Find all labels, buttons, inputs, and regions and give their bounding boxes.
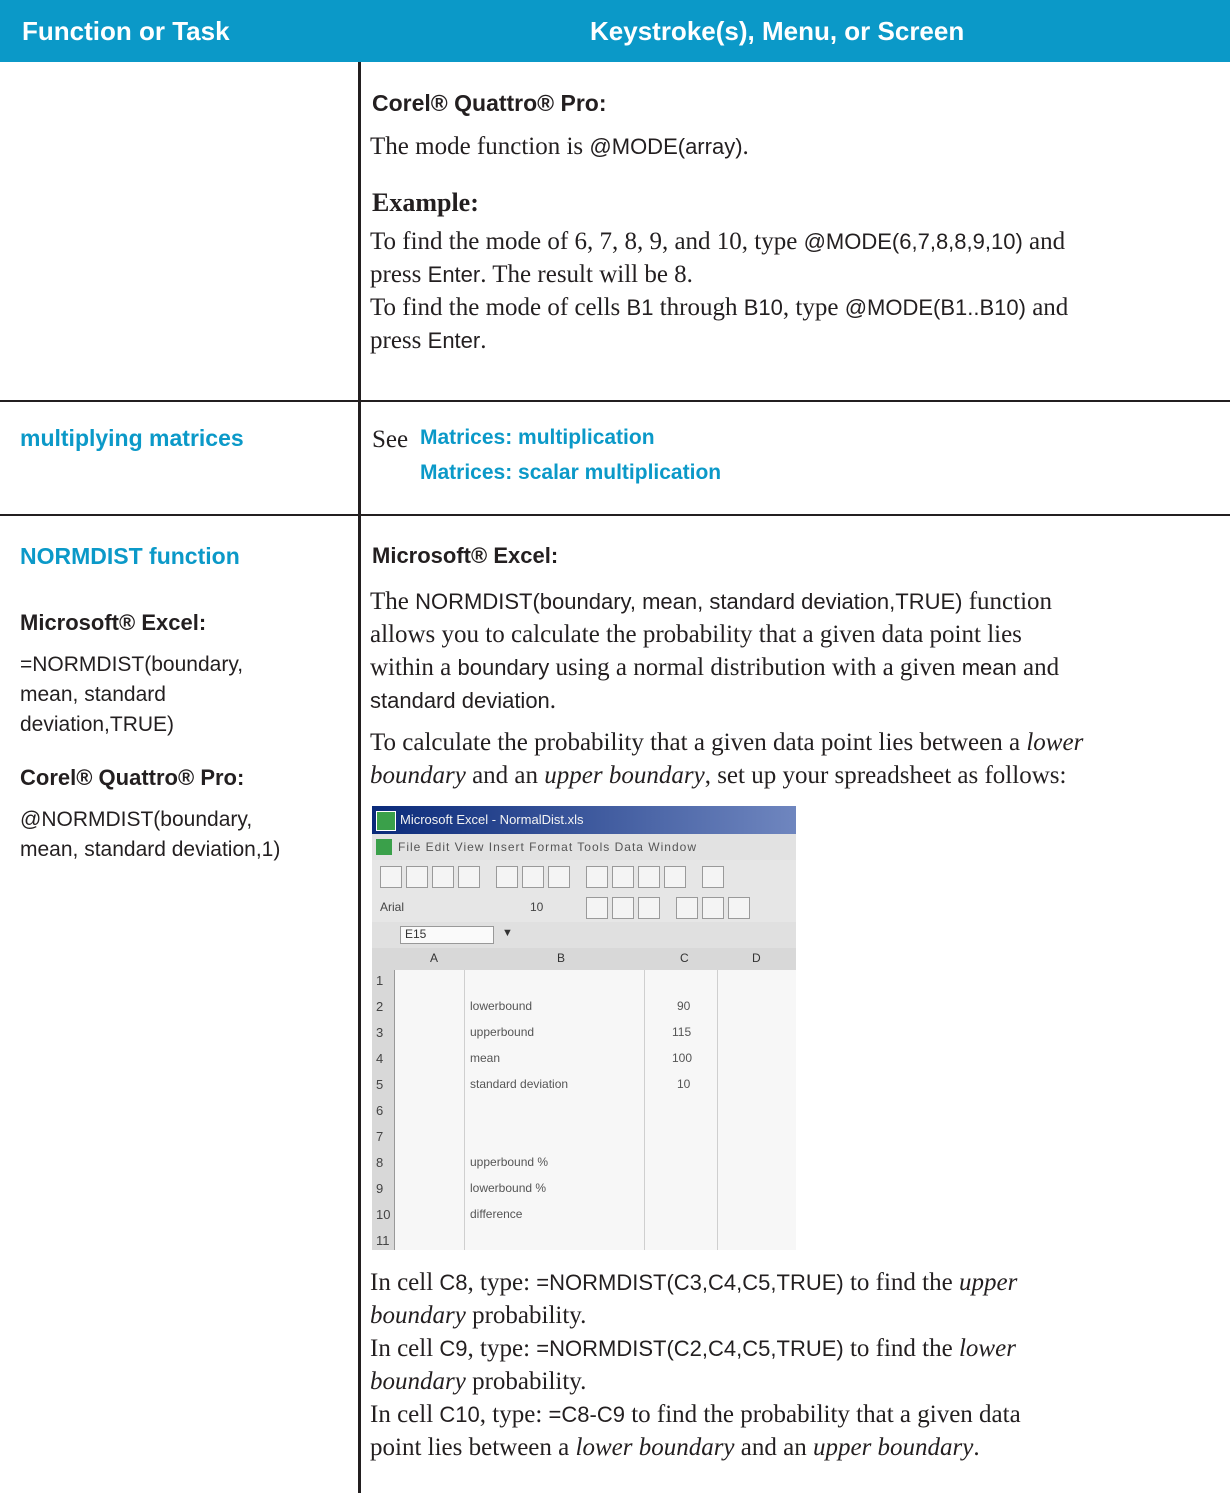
setup-text: To calculate the probability that a give… [370,729,1084,789]
paste-icon [638,866,660,888]
excel-screenshot: Microsoft Excel - NormalDist.xls File Ed… [372,806,796,1250]
formula-bar: E15 ▼ [372,922,796,948]
normdist-description: The NORMDIST(boundary, mean, standard de… [370,588,1060,714]
font-name: Arial [380,900,405,914]
dropdown-arrow-icon: ▼ [502,927,513,939]
link-matrices-multiplication[interactable]: Matrices: multiplication [420,426,655,450]
col-a: A [430,951,439,965]
col-c: C [680,951,689,965]
format-painter-icon [664,866,686,888]
left-excel-syntax: =NORMDIST(boundary, mean, standard devia… [20,653,244,736]
excel-titlebar: Microsoft Excel - NormalDist.xls [372,806,796,834]
task-multiplying-matrices: multiplying matrices [20,425,244,451]
align-left-icon [676,897,698,919]
cell-b3: upperbound [470,1025,535,1039]
header-keystrokes: Keystroke(s), Menu, or Screen [590,16,965,46]
underline-icon [638,897,660,919]
standard-toolbar [372,860,796,894]
cell-b4: mean [470,1051,501,1065]
excel-heading: Microsoft® Excel: [372,543,559,568]
instructions: In cell C8, type: =NORMDIST(C3,C4,C5,TRU… [370,1269,1021,1461]
row-headers: 1 2 3 4 5 6 7 8 9 10 11 [372,970,395,1250]
header-function-or-task: Function or Task [22,16,230,46]
col-b: B [557,951,566,965]
research-icon [548,866,570,888]
save-icon [432,866,454,888]
example-label: Example: [372,188,479,217]
open-icon [406,866,428,888]
link-matrices-scalar-multiplication[interactable]: Matrices: scalar multiplication [420,461,721,485]
task-normdist: NORMDIST function [20,543,240,569]
cell-b9: lowerbound % [470,1181,547,1195]
left-quattro-syntax: @NORMDIST(boundary, mean, standard devia… [20,808,281,861]
table-header: Function or Task Keystroke(s), Menu, or … [0,0,1230,62]
copy-icon [612,866,634,888]
cell-b5: standard deviation [470,1077,569,1091]
left-quattro-label: Corel® Quattro® Pro: [20,765,245,790]
align-right-icon [728,897,750,919]
italic-icon [612,897,634,919]
preview-icon [496,866,518,888]
name-box: E15 [400,926,494,944]
left-excel-label: Microsoft® Excel: [20,610,207,635]
spell-icon [522,866,544,888]
mode-line: The mode function is @MODE(array). [370,133,749,160]
formatting-toolbar: Arial 10 [372,894,796,922]
col-d: D [752,951,761,965]
row-divider-1 [0,400,1230,402]
cell-c3: 115 [672,1025,692,1039]
cell-c4: 100 [672,1051,693,1065]
cell-c5: 10 [677,1077,691,1091]
cell-b8: upperbound % [470,1155,549,1169]
print-icon [458,866,480,888]
align-center-icon [702,897,724,919]
workbook-icon [376,839,392,855]
row-divider-2 [0,514,1230,516]
see-label: See [372,426,409,453]
cell-c2: 90 [677,999,691,1013]
column-headers: A B C D [372,948,796,971]
new-icon [380,866,402,888]
excel-app-icon [376,811,396,831]
example-text: To find the mode of 6, 7, 8, 9, and 10, … [370,228,1069,354]
excel-menubar: File Edit View Insert Format Tools Data … [372,834,796,860]
quattro-heading: Corel® Quattro® Pro: [372,90,607,116]
bold-icon [586,897,608,919]
cell-b2: lowerbound [470,999,533,1013]
cut-icon [586,866,608,888]
font-size: 10 [530,900,544,914]
undo-icon [702,866,724,888]
sheet-grid [372,970,796,1250]
column-divider [358,62,361,1493]
cell-b10: difference [470,1207,523,1221]
